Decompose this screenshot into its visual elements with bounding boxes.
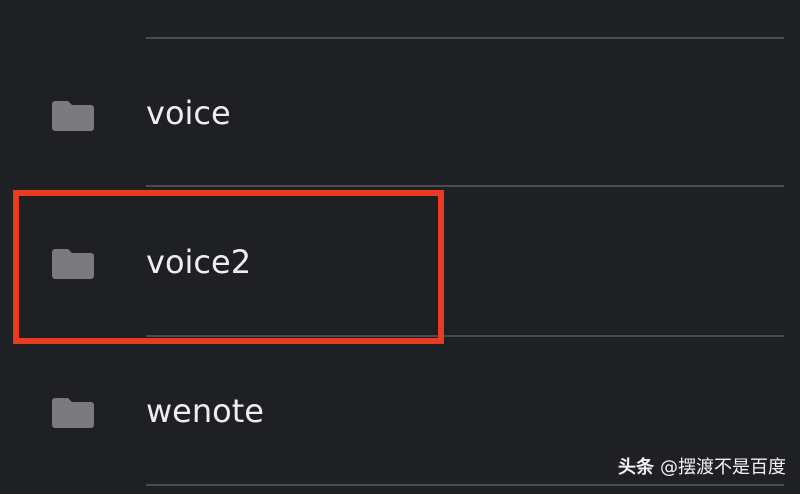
folder-row-voice[interactable]: voice — [0, 40, 800, 188]
list-divider — [146, 185, 784, 187]
watermark-handle: @摆渡不是百度 — [660, 457, 786, 478]
folder-row-voice2[interactable]: voice2 — [0, 188, 800, 336]
list-divider — [146, 484, 784, 486]
list-divider — [146, 37, 784, 39]
folder-icon — [52, 245, 94, 279]
folder-name: voice2 — [146, 243, 252, 281]
watermark-brand: 头条 — [618, 457, 654, 478]
folder-name: wenote — [146, 392, 264, 430]
folder-icon — [52, 394, 94, 428]
list-divider — [146, 335, 784, 337]
watermark: 头条 @摆渡不是百度 — [618, 456, 786, 480]
folder-name: voice — [146, 94, 231, 132]
folder-icon — [52, 97, 94, 131]
